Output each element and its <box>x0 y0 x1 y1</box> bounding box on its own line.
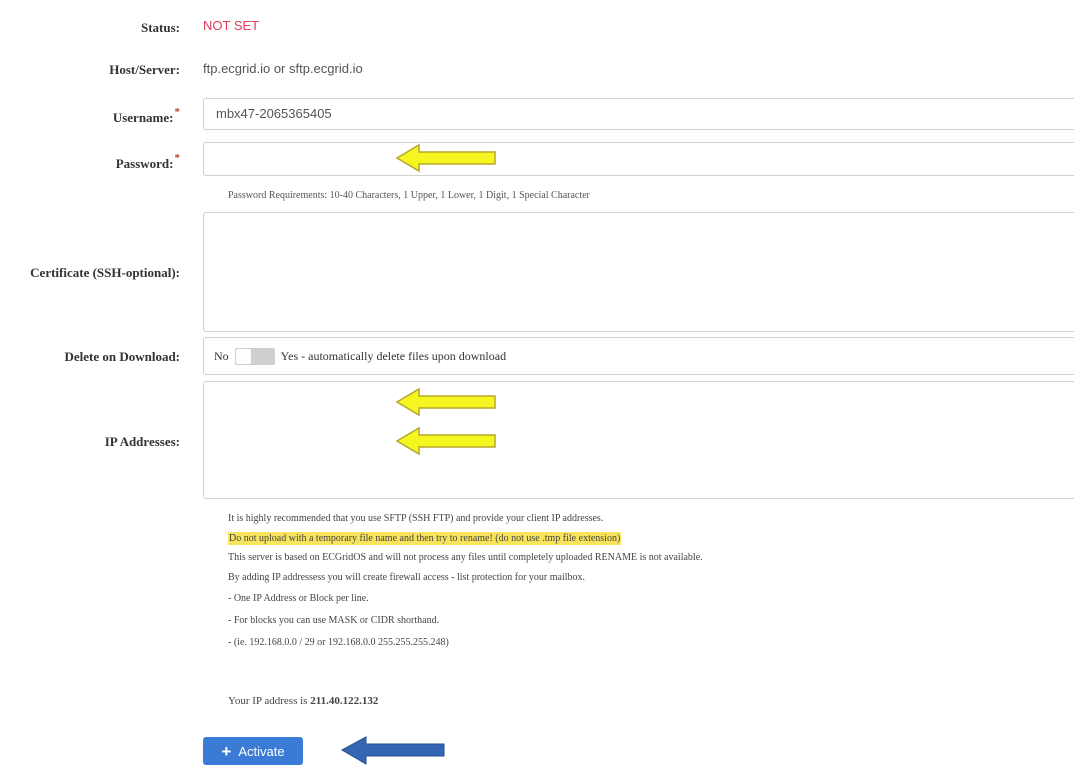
plus-icon: + <box>221 741 232 761</box>
activate-button[interactable]: + Activate <box>203 737 303 765</box>
status-label: Status: <box>140 20 180 35</box>
note-line: By adding IP addressess you will create … <box>228 571 586 583</box>
your-ip-line: Your IP address is 211.40.122.132 <box>228 695 378 707</box>
toggle-off-label: No <box>214 348 229 363</box>
note-line: - For blocks you can use MASK or CIDR sh… <box>228 614 440 626</box>
host-label: Host/Server: <box>109 62 180 77</box>
delete-on-download-group: No Yes - automatically delete files upon… <box>203 337 1074 375</box>
delete-on-download-label: Delete on Download: <box>64 349 180 364</box>
yellow-arrow-icon <box>395 143 496 173</box>
activate-label: Activate <box>238 743 285 759</box>
toggle-on-label: Yes - automatically delete files upon do… <box>280 348 507 363</box>
blue-arrow-icon <box>340 736 445 765</box>
password-field[interactable] <box>203 142 1074 176</box>
certificate-label: Certificate (SSH-optional): <box>30 265 180 280</box>
note-highlight: Do not upload with a temporary file name… <box>228 531 622 545</box>
username-field[interactable]: mbx47-2065365405 <box>203 98 1074 130</box>
certificate-textarea[interactable] <box>203 212 1074 332</box>
status-value: NOT SET <box>203 18 260 33</box>
username-label: Username:* <box>112 106 180 125</box>
note-line: It is highly recommended that you use SF… <box>228 513 604 524</box>
your-ip-prefix: Your IP address is <box>228 695 308 707</box>
note-line: - (ie. 192.168.0.0 / 29 or 192.168.0.0 2… <box>228 636 449 648</box>
password-label: Password:* <box>115 152 180 171</box>
your-ip-value: 211.40.122.132 <box>310 695 379 707</box>
required-marker: * <box>174 152 181 164</box>
notes-block: It is highly recommended that you use SF… <box>228 509 703 652</box>
note-line: This server is based on ECGridOS and wil… <box>228 552 703 564</box>
required-marker: * <box>174 106 181 118</box>
toggle-knob <box>235 348 251 364</box>
ip-addresses-textarea[interactable] <box>203 381 1074 499</box>
password-requirements: Password Requirements: 10-40 Characters,… <box>228 190 590 201</box>
note-line: - One IP Address or Block per line. <box>228 593 369 605</box>
ip-addresses-label: IP Addresses: <box>104 434 180 449</box>
host-value: ftp.ecgrid.io or sftp.ecgrid.io <box>203 61 363 76</box>
delete-on-download-toggle[interactable] <box>234 347 275 365</box>
username-value: mbx47-2065365405 <box>216 106 332 121</box>
yellow-arrow-icon <box>395 387 496 417</box>
yellow-arrow-icon <box>395 426 496 456</box>
